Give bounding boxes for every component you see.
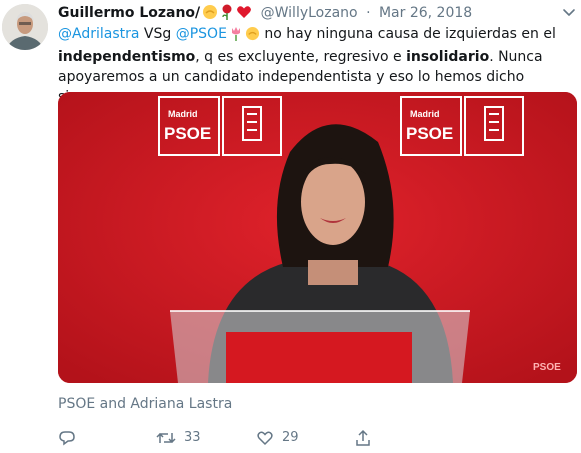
video-watermark: PSOE — [533, 362, 561, 373]
rose-emoji — [220, 4, 234, 26]
chevron-down-icon[interactable] — [561, 4, 577, 20]
tweet-actions: 33 29 — [58, 428, 388, 448]
tweet-date[interactable]: Mar 26, 2018 — [379, 5, 472, 21]
banner-psoe-right: PSOE — [406, 124, 453, 143]
tweet-text-bold: independentismo — [58, 49, 196, 65]
like-button[interactable]: 29 — [256, 428, 299, 448]
lectern — [170, 310, 470, 383]
raised-fist-emoji — [202, 4, 218, 26]
like-icon — [256, 429, 274, 447]
banner-psoe-left: PSOE — [164, 124, 211, 143]
tweet-text-part: , q es excluyente, regresivo e — [195, 49, 407, 65]
user-handle[interactable]: @WillyLozano — [261, 5, 358, 21]
tweet-header: Guillermo Lozano/ @WillyLozano · Mar 26,… — [58, 3, 551, 23]
separator-dot: · — [366, 5, 371, 21]
avatar[interactable] — [2, 4, 48, 50]
banner-madrid-left: Madrid — [168, 109, 198, 119]
share-button[interactable] — [354, 428, 372, 448]
mention-psoe[interactable]: @PSOE — [176, 26, 227, 42]
banner-madrid-right: Madrid — [410, 109, 440, 119]
retweet-button[interactable]: 33 — [156, 428, 201, 448]
tweet-text-part: VSg — [139, 26, 176, 42]
tweet-media-image[interactable]: Madrid PSOE Madrid PSOE PSOE — [58, 92, 577, 383]
reply-button[interactable] — [58, 428, 76, 448]
tulip-emoji — [229, 26, 243, 47]
media-caption[interactable]: PSOE and Adriana Lastra — [58, 395, 232, 413]
retweet-count: 33 — [184, 430, 201, 445]
share-icon — [354, 429, 372, 447]
retweet-icon — [156, 429, 176, 447]
heart-emoji — [236, 4, 252, 26]
mention-adrilastra[interactable]: @Adrilastra — [58, 26, 139, 42]
tweet-text-part: no hay ninguna causa de izquierdas en el — [259, 26, 556, 42]
reply-icon — [58, 429, 76, 447]
like-count: 29 — [282, 430, 299, 445]
display-name[interactable]: Guillermo Lozano/ — [58, 5, 200, 21]
raised-fist-emoji — [245, 26, 260, 47]
tweet-text-bold: insolidario — [406, 49, 490, 65]
